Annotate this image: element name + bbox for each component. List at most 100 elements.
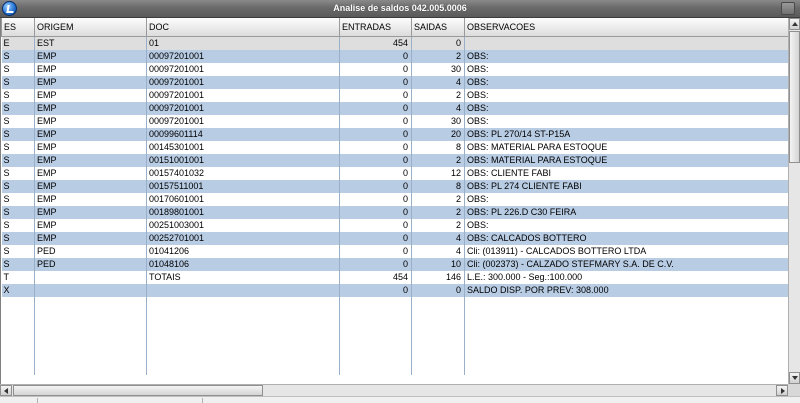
cell-observacoes[interactable]: OBS: bbox=[464, 192, 790, 206]
cell-es[interactable]: S bbox=[1, 218, 35, 232]
cell-entradas[interactable]: 0 bbox=[339, 283, 412, 297]
cell-saidas[interactable]: 8 bbox=[411, 140, 465, 154]
cell-origem[interactable]: EMP bbox=[34, 205, 147, 219]
cell-observacoes[interactable]: OBS: bbox=[464, 218, 790, 232]
table-row[interactable]: S EMP 00252701001 0 4 OBS: CALCADOS BOTTERO bbox=[1, 231, 790, 245]
cell-saidas[interactable]: 30 bbox=[411, 62, 465, 76]
col-header-es[interactable]: ES bbox=[1, 18, 35, 37]
cell-saidas[interactable]: 30 bbox=[411, 114, 465, 128]
cell-origem[interactable]: EMP bbox=[34, 218, 147, 232]
col-header-origem[interactable]: ORIGEM bbox=[34, 18, 147, 37]
cell-origem[interactable]: EMP bbox=[34, 140, 147, 154]
cell-es[interactable]: T bbox=[1, 270, 35, 284]
cell-saidas[interactable]: 4 bbox=[411, 231, 465, 245]
cell-origem[interactable]: EMP bbox=[34, 231, 147, 245]
cell-es[interactable]: S bbox=[1, 88, 35, 102]
cell-saidas[interactable]: 8 bbox=[411, 179, 465, 193]
cell-observacoes[interactable]: Cli: (002373) - CALZADO STEFMARY S.A. DE… bbox=[464, 257, 790, 271]
cell-origem[interactable]: EMP bbox=[34, 179, 147, 193]
cell-es[interactable]: S bbox=[1, 140, 35, 154]
cell-doc[interactable]: 00251003001 bbox=[146, 218, 340, 232]
cell-es[interactable]: S bbox=[1, 179, 35, 193]
cell-doc[interactable]: 00189801001 bbox=[146, 205, 340, 219]
cell-origem[interactable] bbox=[34, 283, 147, 297]
cell-origem[interactable]: EMP bbox=[34, 75, 147, 89]
cell-saidas[interactable]: 4 bbox=[411, 244, 465, 258]
cell-doc[interactable]: TOTAIS bbox=[146, 270, 340, 284]
col-header-entradas[interactable]: ENTRADAS bbox=[339, 18, 412, 37]
cell-observacoes[interactable]: OBS: CLIENTE FABI bbox=[464, 166, 790, 180]
cell-doc[interactable]: 00097201001 bbox=[146, 101, 340, 115]
cell-es[interactable]: S bbox=[1, 49, 35, 63]
cell-observacoes[interactable]: OBS: PL 226.D C30 FEIRA bbox=[464, 205, 790, 219]
cell-origem[interactable]: EMP bbox=[34, 166, 147, 180]
cell-doc[interactable]: 00145301001 bbox=[146, 140, 340, 154]
cell-saidas[interactable]: 2 bbox=[411, 153, 465, 167]
cell-entradas[interactable]: 0 bbox=[339, 75, 412, 89]
cell-es[interactable]: S bbox=[1, 257, 35, 271]
table-row[interactable]: S PED 01048106 0 10 Cli: (002373) - CALZADO S… bbox=[1, 257, 790, 271]
cell-saidas[interactable]: 2 bbox=[411, 192, 465, 206]
cell-es[interactable]: S bbox=[1, 75, 35, 89]
cell-origem[interactable]: EMP bbox=[34, 114, 147, 128]
scroll-down-button[interactable] bbox=[789, 372, 800, 384]
cell-saidas[interactable]: 4 bbox=[411, 101, 465, 115]
table-row[interactable]: S EMP 00097201001 0 4 OBS: bbox=[1, 75, 790, 89]
cell-doc[interactable]: 00097201001 bbox=[146, 49, 340, 63]
horizontal-scroll-thumb[interactable] bbox=[13, 385, 263, 396]
cell-entradas[interactable]: 0 bbox=[339, 192, 412, 206]
cell-es[interactable]: S bbox=[1, 205, 35, 219]
cell-es[interactable]: S bbox=[1, 153, 35, 167]
cell-entradas[interactable]: 454 bbox=[339, 270, 412, 284]
cell-observacoes[interactable]: OBS: CALCADOS BOTTERO bbox=[464, 231, 790, 245]
cell-origem[interactable]: EST bbox=[34, 36, 147, 50]
cell-entradas[interactable]: 0 bbox=[339, 114, 412, 128]
cell-observacoes[interactable]: OBS: bbox=[464, 62, 790, 76]
cell-saidas[interactable]: 2 bbox=[411, 218, 465, 232]
vertical-scroll-thumb[interactable] bbox=[789, 31, 800, 163]
table-row[interactable]: S EMP 00097201001 0 2 OBS: bbox=[1, 49, 790, 63]
table-row[interactable]: S PED 01041206 0 4 Cli: (013911) - CALCADOS B… bbox=[1, 244, 790, 258]
table-row[interactable]: E EST 01 454 0 bbox=[1, 36, 790, 50]
cell-observacoes[interactable]: OBS: bbox=[464, 88, 790, 102]
cell-doc[interactable]: 00099601114 bbox=[146, 127, 340, 141]
vertical-scrollbar[interactable] bbox=[788, 18, 800, 384]
cell-entradas[interactable]: 0 bbox=[339, 166, 412, 180]
cell-origem[interactable]: EMP bbox=[34, 101, 147, 115]
cell-entradas[interactable]: 0 bbox=[339, 218, 412, 232]
cell-origem[interactable]: EMP bbox=[34, 88, 147, 102]
scroll-up-button[interactable] bbox=[789, 18, 800, 30]
cell-entradas[interactable]: 0 bbox=[339, 153, 412, 167]
cell-origem[interactable]: EMP bbox=[34, 192, 147, 206]
cell-saidas[interactable]: 12 bbox=[411, 166, 465, 180]
cell-saidas[interactable]: 0 bbox=[411, 283, 465, 297]
cell-saidas[interactable]: 10 bbox=[411, 257, 465, 271]
close-button[interactable] bbox=[781, 2, 795, 15]
cell-doc[interactable]: 00097201001 bbox=[146, 114, 340, 128]
cell-saidas[interactable]: 0 bbox=[411, 36, 465, 50]
cell-es[interactable]: E bbox=[1, 36, 35, 50]
table-row[interactable]: S EMP 00097201001 0 2 OBS: bbox=[1, 88, 790, 102]
table-row[interactable]: T TOTAIS 454 146 L.E.: 300.000 - Seg.:100.00… bbox=[1, 270, 790, 284]
cell-observacoes[interactable]: Cli: (013911) - CALCADOS BOTTERO LTDA bbox=[464, 244, 790, 258]
cell-origem[interactable]: EMP bbox=[34, 153, 147, 167]
cell-entradas[interactable]: 0 bbox=[339, 101, 412, 115]
table-row[interactable]: S EMP 00170601001 0 2 OBS: bbox=[1, 192, 790, 206]
horizontal-scrollbar[interactable] bbox=[0, 384, 788, 396]
cell-entradas[interactable]: 0 bbox=[339, 231, 412, 245]
table-row[interactable]: S EMP 00151001001 0 2 OBS: MATERIAL PARA ESTO… bbox=[1, 153, 790, 167]
cell-saidas[interactable]: 146 bbox=[411, 270, 465, 284]
cell-observacoes[interactable]: OBS: PL 274 CLIENTE FABI bbox=[464, 179, 790, 193]
cell-entradas[interactable]: 0 bbox=[339, 244, 412, 258]
cell-saidas[interactable]: 20 bbox=[411, 127, 465, 141]
scroll-left-button[interactable] bbox=[0, 385, 12, 396]
cell-saidas[interactable]: 2 bbox=[411, 49, 465, 63]
cell-observacoes[interactable]: OBS: bbox=[464, 75, 790, 89]
cell-doc[interactable]: 00157401032 bbox=[146, 166, 340, 180]
cell-doc[interactable]: 01 bbox=[146, 36, 340, 50]
cell-doc[interactable]: 00151001001 bbox=[146, 153, 340, 167]
cell-entradas[interactable]: 454 bbox=[339, 36, 412, 50]
cell-observacoes[interactable]: OBS: bbox=[464, 49, 790, 63]
cell-origem[interactable]: PED bbox=[34, 257, 147, 271]
cell-es[interactable]: S bbox=[1, 101, 35, 115]
